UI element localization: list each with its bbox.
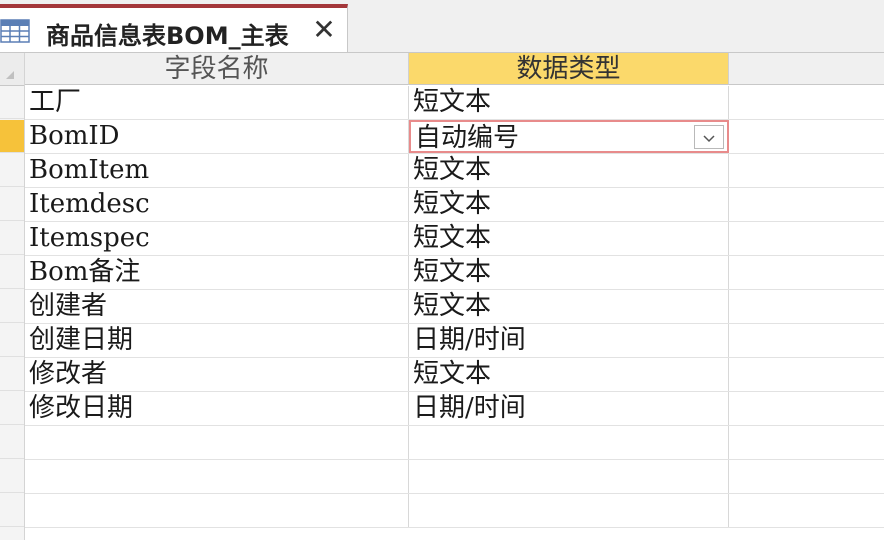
document-tab-strip: 商品信息表BOM_主表 ✕ xyxy=(0,0,884,53)
data-type-cell[interactable]: 短文本 xyxy=(409,86,729,119)
corner-triangle-icon xyxy=(6,71,14,79)
table-row xyxy=(25,460,884,494)
document-tab[interactable]: 商品信息表BOM_主表 ✕ xyxy=(0,4,348,52)
table-row xyxy=(25,494,884,528)
field-name-cell[interactable]: 创建日期 xyxy=(25,324,409,357)
field-name-cell[interactable]: Bom备注 xyxy=(25,256,409,289)
description-cell[interactable] xyxy=(729,460,884,493)
field-name-cell[interactable] xyxy=(25,494,409,527)
field-name-cell[interactable]: BomItem xyxy=(25,154,409,187)
column-header-field-name[interactable]: 字段名称 xyxy=(25,53,409,85)
row-selector[interactable] xyxy=(0,426,24,459)
table-row xyxy=(25,426,884,460)
description-cell[interactable] xyxy=(729,154,884,187)
data-type-cell[interactable]: 短文本 xyxy=(409,188,729,221)
select-all-corner[interactable] xyxy=(0,53,24,86)
table-row: 创建日期 日期/时间 xyxy=(25,324,884,358)
data-type-cell[interactable] xyxy=(409,426,729,459)
row-selector[interactable] xyxy=(0,460,24,493)
data-type-cell[interactable]: 短文本 xyxy=(409,290,729,323)
data-type-value: 短文本 xyxy=(413,189,492,219)
table-row: 修改日期 日期/时间 xyxy=(25,392,884,426)
field-name-cell[interactable]: BomID xyxy=(25,120,409,153)
table-row: 工厂 短文本 xyxy=(25,86,884,120)
data-type-value: 短文本 xyxy=(413,291,492,321)
table-row: 修改者 短文本 xyxy=(25,358,884,392)
table-icon xyxy=(0,19,30,43)
data-type-cell[interactable] xyxy=(409,460,729,493)
data-type-value: 短文本 xyxy=(413,87,492,117)
table-row: Bom备注 短文本 xyxy=(25,256,884,290)
data-type-cell[interactable]: 短文本 xyxy=(409,222,729,255)
description-cell[interactable] xyxy=(729,324,884,357)
field-name-cell[interactable]: 修改者 xyxy=(25,358,409,391)
row-selector[interactable] xyxy=(0,392,24,425)
field-name-cell[interactable]: 创建者 xyxy=(25,290,409,323)
table-row: Itemdesc 短文本 xyxy=(25,188,884,222)
field-name-cell[interactable]: 修改日期 xyxy=(25,392,409,425)
field-name-cell[interactable] xyxy=(25,426,409,459)
row-selector[interactable] xyxy=(0,154,24,187)
data-type-cell[interactable]: 短文本 xyxy=(409,358,729,391)
column-header-data-type[interactable]: 数据类型 xyxy=(409,53,729,85)
field-name-cell[interactable]: 工厂 xyxy=(25,86,409,119)
description-cell[interactable] xyxy=(729,256,884,289)
description-cell[interactable] xyxy=(729,494,884,527)
description-cell[interactable] xyxy=(729,392,884,425)
row-selector[interactable] xyxy=(0,324,24,357)
field-name-cell[interactable]: Itemspec xyxy=(25,222,409,255)
description-cell[interactable] xyxy=(729,222,884,255)
data-type-cell[interactable]: 日期/时间 xyxy=(409,392,729,425)
data-type-value: 自动编号 xyxy=(415,123,520,153)
row-selector[interactable] xyxy=(0,358,24,391)
row-selector[interactable] xyxy=(0,86,24,119)
data-type-value: 短文本 xyxy=(413,155,492,185)
column-header-description[interactable] xyxy=(729,53,884,85)
row-selector[interactable] xyxy=(0,494,24,527)
tab-title: 商品信息表BOM_主表 xyxy=(46,22,289,50)
row-selector[interactable] xyxy=(0,290,24,323)
field-name-cell[interactable] xyxy=(25,460,409,493)
description-cell[interactable] xyxy=(729,86,884,119)
row-selector[interactable] xyxy=(0,188,24,221)
field-name-cell[interactable]: Itemdesc xyxy=(25,188,409,221)
description-cell[interactable] xyxy=(729,120,884,153)
data-type-value: 日期/时间 xyxy=(413,393,526,423)
data-type-value: 短文本 xyxy=(413,359,492,389)
description-cell[interactable] xyxy=(729,290,884,323)
data-type-cell[interactable]: 日期/时间 xyxy=(409,324,729,357)
data-type-value: 日期/时间 xyxy=(413,325,526,355)
table-row: BomID 自动编号 xyxy=(25,120,884,154)
description-cell[interactable] xyxy=(729,188,884,221)
data-type-cell[interactable] xyxy=(409,494,729,527)
table-design-grid: 字段名称 数据类型 工厂 短文本 BomID 自动编号 BomItem 短文本 Itemde… xyxy=(0,53,884,540)
data-type-cell[interactable]: 短文本 xyxy=(409,256,729,289)
description-cell[interactable] xyxy=(729,426,884,459)
table-row: BomItem 短文本 xyxy=(25,154,884,188)
table-row: 创建者 短文本 xyxy=(25,290,884,324)
data-type-value: 短文本 xyxy=(413,257,492,287)
row-selector[interactable] xyxy=(0,222,24,255)
row-selector[interactable] xyxy=(0,120,24,153)
data-type-combobox[interactable]: 自动编号 xyxy=(409,120,729,153)
description-cell[interactable] xyxy=(729,358,884,391)
data-type-cell[interactable]: 短文本 xyxy=(409,154,729,187)
table-row: Itemspec 短文本 xyxy=(25,222,884,256)
data-type-value: 短文本 xyxy=(413,223,492,253)
close-tab-button[interactable]: ✕ xyxy=(308,14,340,46)
chevron-down-icon[interactable] xyxy=(694,125,724,149)
row-selector[interactable] xyxy=(0,256,24,289)
